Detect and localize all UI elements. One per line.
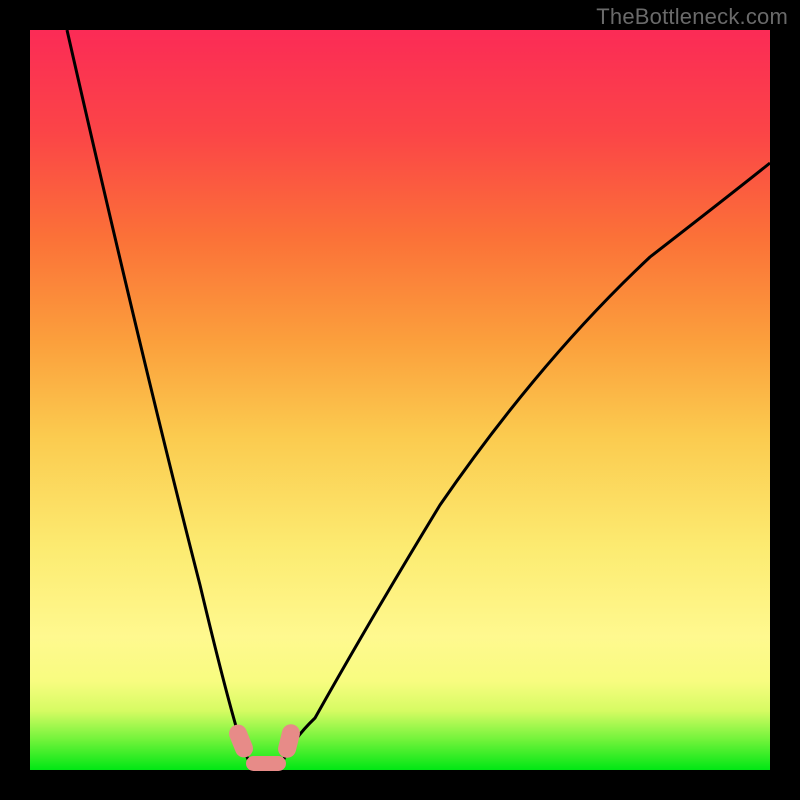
plot-area [30, 30, 770, 770]
curve-svg [30, 30, 770, 770]
curve-right-branch [282, 163, 770, 763]
watermark-text: TheBottleneck.com [596, 4, 788, 30]
basin-marker [246, 756, 286, 771]
curve-left-branch [67, 30, 250, 763]
chart-frame: TheBottleneck.com [0, 0, 800, 800]
